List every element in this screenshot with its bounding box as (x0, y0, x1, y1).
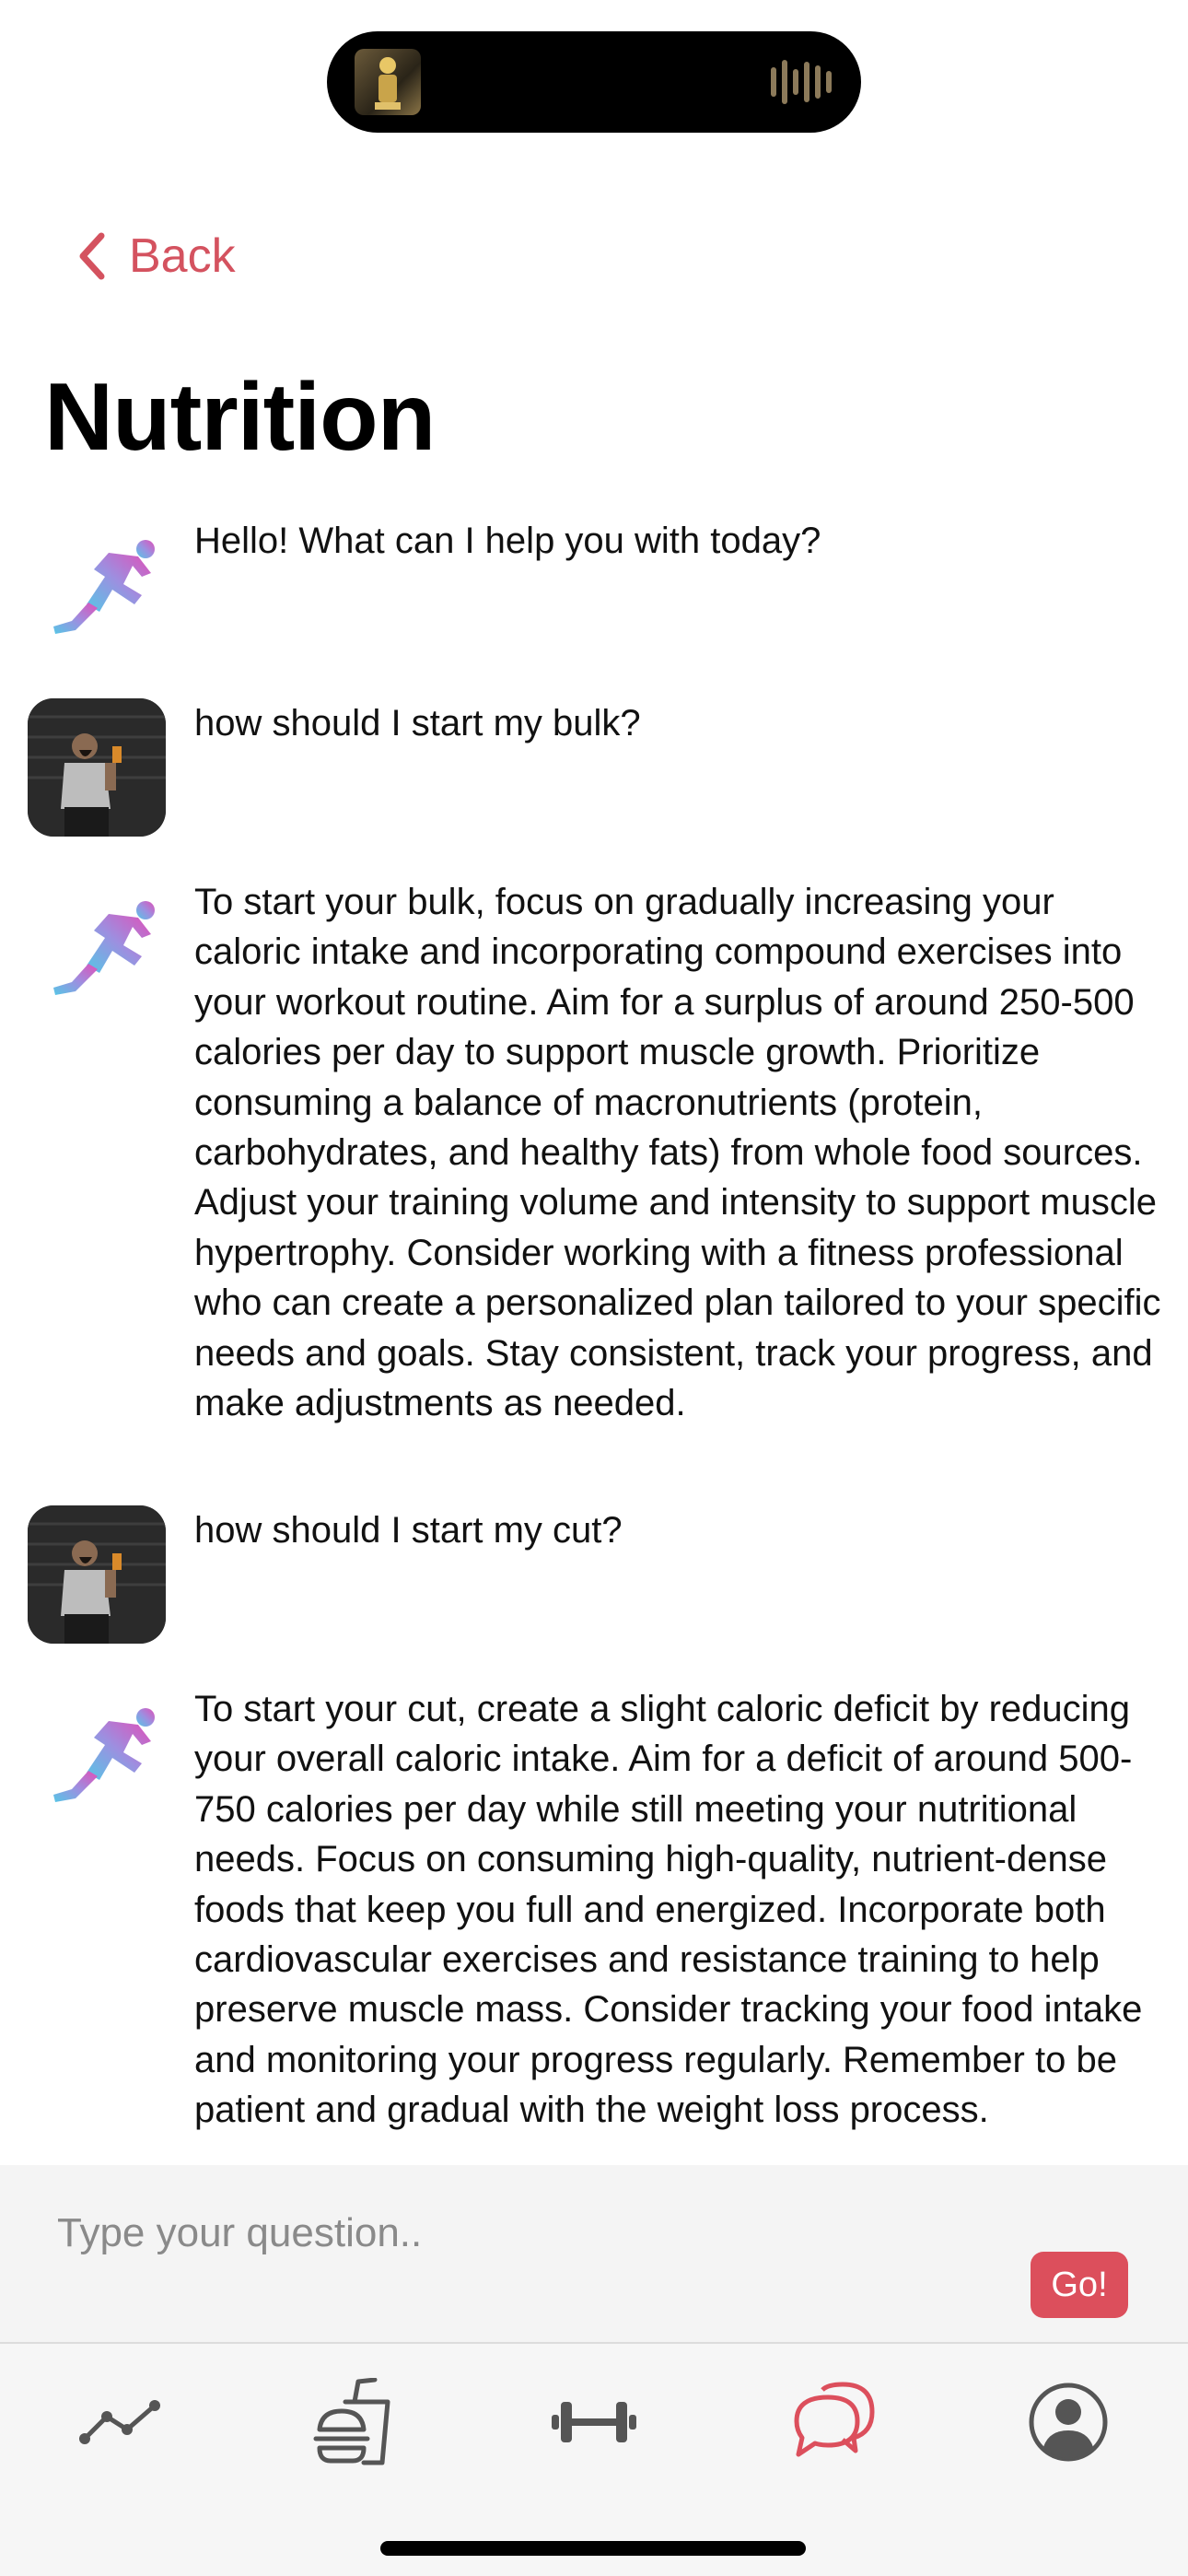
chevron-left-icon (79, 232, 105, 280)
runner-logo-icon (31, 540, 155, 639)
page-title: Nutrition (44, 364, 436, 471)
tab-chat[interactable] (783, 2371, 884, 2473)
back-button[interactable]: Back (76, 227, 236, 286)
audio-waveform-icon (771, 60, 832, 104)
user-avatar (28, 1505, 166, 1644)
trend-line-icon (79, 2400, 160, 2444)
tab-nutrition[interactable] (304, 2371, 405, 2473)
tab-progress[interactable] (69, 2371, 170, 2473)
message-text: Hello! What can I help you with today? (194, 521, 821, 561)
profile-icon (1029, 2383, 1108, 2462)
back-label: Back (129, 229, 236, 283)
runner-logo-icon (31, 901, 155, 1001)
send-button[interactable]: Go! (1031, 2252, 1128, 2318)
chat-bubbles-icon (794, 2382, 875, 2457)
message-text: To start your cut, create a slight calor… (194, 1689, 1143, 2131)
dynamic-island (327, 31, 861, 133)
chat-thread[interactable]: Hello! What can I help you with today? h… (0, 516, 1188, 2165)
message-text: how should I start my bulk? (194, 703, 641, 744)
home-indicator[interactable] (380, 2541, 806, 2556)
tab-workouts[interactable] (543, 2371, 645, 2473)
food-icon (313, 2378, 390, 2465)
message-text: how should I start my cut? (194, 1510, 623, 1551)
dumbbell-icon (552, 2402, 636, 2442)
tab-profile[interactable] (1018, 2371, 1119, 2473)
message-text: To start your bulk, focus on gradually i… (194, 882, 1161, 1424)
composer-bar: Go! (0, 2165, 1188, 2342)
runner-logo-icon (31, 1708, 155, 1808)
now-playing-artwork (355, 49, 421, 115)
question-input[interactable] (57, 2206, 960, 2261)
user-avatar (28, 698, 166, 837)
